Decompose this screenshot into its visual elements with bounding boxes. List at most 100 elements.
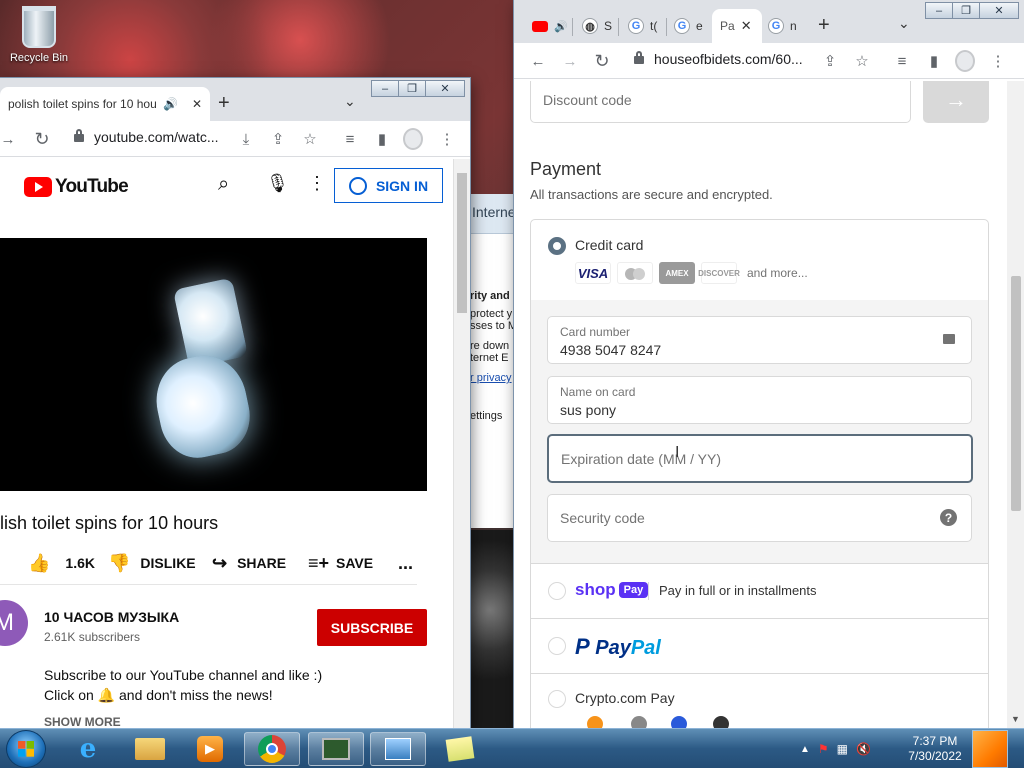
share-button[interactable]: ↪ SHARE (212, 548, 286, 578)
credit-card-option[interactable]: Credit card VISA AMEX DISCOVER and more.… (531, 220, 988, 300)
reload-icon[interactable]: ↻ (592, 51, 612, 71)
minimize-button[interactable]: – (925, 2, 953, 19)
minimize-button[interactable]: – (371, 80, 399, 97)
taskbar-file-explorer[interactable] (122, 732, 178, 766)
tab-1[interactable]: ◍ S (574, 9, 618, 43)
recycle-bin-shortcut[interactable]: Recycle Bin (6, 6, 72, 64)
address-bar[interactable]: houseofbidets.com/60... (634, 51, 803, 67)
crypto-pay-radio[interactable] (548, 690, 566, 708)
channel-avatar[interactable]: M (0, 600, 28, 646)
share-arrow-icon: ↪ (212, 552, 228, 573)
microphone-icon[interactable]: 🎙 (266, 173, 289, 194)
browser-menu-icon[interactable]: ⋮ (437, 129, 457, 149)
sign-in-button[interactable]: SIGN IN (334, 168, 443, 203)
tab-search-chevron-down-icon[interactable]: ⌄ (344, 93, 356, 110)
taskbar-task-manager[interactable] (308, 732, 364, 766)
browser-toolbar: → ↻ youtube.com/watc... ⤓ ⇪ ☆ ≡ ▮ ⋮ (0, 121, 470, 157)
taskbar-media-player[interactable]: ▶ (182, 732, 238, 766)
show-hidden-icons-icon[interactable]: ▲ (800, 744, 810, 755)
tab-2[interactable]: G t( (620, 9, 666, 43)
credit-card-radio[interactable] (548, 237, 566, 255)
expiration-date-field[interactable]: Expiration date (MM / YY) I (547, 434, 973, 483)
tab-close-icon[interactable]: ✕ (192, 97, 202, 111)
taskbar-sticky-notes[interactable] (432, 732, 488, 766)
reload-icon[interactable]: ↻ (32, 129, 52, 149)
network-icon[interactable]: ▦ (837, 742, 848, 756)
checkout-browser-window[interactable]: – ❐ ✕ 🔊 ◍ S G t( G e Pa ✕ G n + ⌄ ← → ↻ … (514, 0, 1024, 728)
show-more-button[interactable]: SHOW MORE (44, 715, 121, 728)
tab-5[interactable]: G n (760, 9, 806, 43)
help-question-icon[interactable]: ? (940, 509, 957, 526)
tab-label: Pa (720, 19, 735, 33)
paypal-radio[interactable] (548, 637, 566, 655)
show-desktop-button[interactable] (972, 730, 1008, 768)
youtube-browser-window[interactable]: – ❐ ✕ polish toilet spins for 10 hou 🔊 ✕… (0, 78, 470, 728)
volume-muted-icon[interactable]: 🔇 (856, 742, 871, 756)
speaker-icon[interactable]: 🔊 (163, 97, 178, 111)
tab-3[interactable]: G e (666, 9, 712, 43)
restore-button[interactable]: ❐ (398, 80, 426, 97)
shop-pay-radio[interactable] (548, 582, 566, 600)
save-button[interactable]: ≡+ SAVE (308, 548, 373, 578)
browser-menu-icon[interactable]: ⋮ (988, 51, 1008, 71)
shop-pay-option[interactable]: shop Pay Pay in full or in installments (531, 564, 988, 619)
close-window-button[interactable]: ✕ (979, 2, 1019, 19)
address-bar[interactable]: youtube.com/watc... (74, 129, 219, 145)
action-center-flag-icon[interactable]: ⚑ (818, 742, 829, 756)
restore-button[interactable]: ❐ (952, 2, 980, 19)
crypto-pay-option[interactable]: Crypto.com Pay (531, 674, 988, 728)
taskbar-internet-explorer[interactable]: e (60, 732, 116, 766)
install-icon[interactable]: ⤓ (236, 129, 256, 149)
scrollbar-thumb[interactable] (1011, 276, 1021, 511)
new-tab-button[interactable]: + (818, 14, 830, 37)
discount-code-input[interactable]: Discount code (530, 81, 911, 123)
page-scrollbar[interactable] (453, 159, 470, 728)
share-icon[interactable]: ⇪ (268, 129, 288, 149)
tab-search-chevron-down-icon[interactable]: ⌄ (898, 15, 910, 32)
tab-close-icon[interactable]: ✕ (741, 18, 752, 34)
close-window-button[interactable]: ✕ (425, 80, 465, 97)
subscribe-button[interactable]: SUBSCRIBE (317, 609, 427, 646)
media-control-icon[interactable]: ≡ (892, 51, 912, 71)
media-control-icon[interactable]: ≡ (340, 129, 360, 149)
tab-checkout-active[interactable]: Pa ✕ (712, 9, 762, 43)
taskbar-chrome[interactable] (244, 732, 300, 766)
scrollbar-thumb[interactable] (457, 173, 467, 313)
tab-youtube[interactable]: 🔊 (528, 9, 576, 43)
new-tab-button[interactable]: + (218, 92, 230, 115)
clock[interactable]: 7:37 PM 7/30/2022 (900, 734, 970, 764)
taskbar-control-panel[interactable] (370, 732, 426, 766)
bg-window-link[interactable]: r privacy (470, 372, 520, 384)
more-actions-icon[interactable]: ... (398, 548, 413, 578)
back-arrow-icon[interactable]: ← (528, 51, 548, 71)
channel-name[interactable]: 10 ЧАСОВ МУЗЫКА (44, 609, 179, 625)
page-scrollbar[interactable]: ▼ (1007, 81, 1024, 728)
side-panel-icon[interactable]: ▮ (924, 51, 944, 71)
like-button[interactable]: 👍 1.6K (28, 548, 95, 578)
start-button[interactable] (6, 730, 46, 768)
tab-youtube-video[interactable]: polish toilet spins for 10 hou 🔊 ✕ (0, 87, 210, 121)
side-panel-icon[interactable]: ▮ (372, 129, 392, 149)
background-window[interactable]: Interne rity and protect y sses to M re … (470, 194, 520, 528)
scroll-down-arrow-icon[interactable]: ▼ (1011, 714, 1020, 724)
dislike-button[interactable]: 👎 DISLIKE (108, 548, 196, 578)
forward-arrow-icon[interactable]: → (0, 129, 18, 149)
playlist-add-icon: ≡+ (308, 552, 330, 573)
security-code-field[interactable]: Security code ? (547, 494, 972, 542)
profile-avatar-icon[interactable] (403, 128, 423, 150)
apply-discount-button[interactable]: → (923, 81, 989, 123)
search-icon[interactable]: ⌕ (218, 173, 229, 196)
settings-more-icon[interactable]: ⋮ (308, 173, 326, 194)
bookmark-star-icon[interactable]: ☆ (300, 129, 320, 149)
paypal-option[interactable]: P PayPal (531, 619, 988, 674)
tab-label: S (604, 19, 613, 33)
name-on-card-field[interactable]: Name on card sus pony (547, 376, 972, 424)
card-number-field[interactable]: Card number 4938 5047 8247 (547, 316, 972, 364)
bookmark-star-icon[interactable]: ☆ (852, 51, 872, 71)
youtube-logo[interactable]: YouTube (24, 176, 129, 198)
forward-arrow-icon[interactable]: → (560, 51, 580, 71)
share-icon[interactable]: ⇪ (820, 51, 840, 71)
video-player[interactable] (0, 238, 427, 491)
profile-avatar-icon[interactable] (955, 50, 975, 72)
speaker-icon[interactable]: 🔊 (554, 20, 568, 33)
